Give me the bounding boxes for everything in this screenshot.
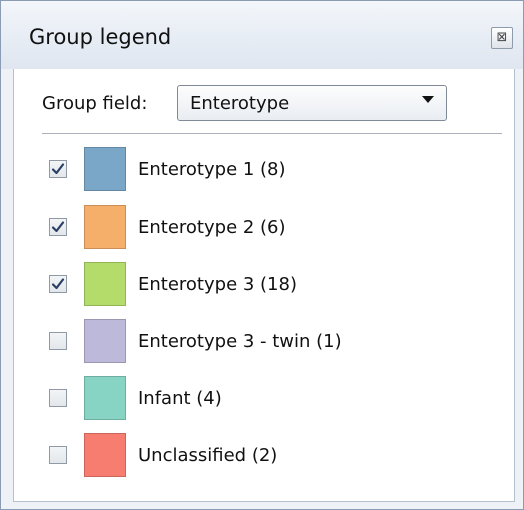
legend-label: Enterotype 1 (8) (138, 159, 286, 180)
legend-row-enterotype-3-twin[interactable]: Enterotype 3 - twin (1) (14, 319, 514, 367)
legend-checkbox[interactable] (49, 218, 67, 236)
legend-checkbox[interactable] (49, 275, 67, 293)
divider (42, 133, 502, 134)
color-swatch[interactable] (84, 147, 126, 191)
legend-label: Enterotype 3 - twin (1) (138, 331, 342, 352)
legend-row-infant[interactable]: Infant (4) (14, 376, 514, 424)
legend-row-unclassified[interactable]: Unclassified (2) (14, 433, 514, 481)
checkmark-icon (51, 163, 65, 175)
color-swatch[interactable] (84, 262, 126, 306)
color-swatch[interactable] (84, 376, 126, 420)
group-field-select[interactable]: Enterotype (177, 85, 447, 121)
color-swatch[interactable] (84, 205, 126, 249)
legend-checkbox[interactable] (49, 332, 67, 350)
legend-row-enterotype-3[interactable]: Enterotype 3 (18) (14, 262, 514, 310)
checkmark-icon (51, 278, 65, 290)
legend-checkbox[interactable] (49, 446, 67, 464)
group-field-value: Enterotype (190, 93, 290, 114)
legend-row-enterotype-2[interactable]: Enterotype 2 (6) (14, 205, 514, 253)
close-button[interactable]: ⊠ (491, 27, 513, 49)
chevron-down-icon (422, 96, 434, 103)
title-bar: Group legend ⊠ (1, 1, 523, 69)
legend-row-enterotype-1[interactable]: Enterotype 1 (8) (14, 147, 514, 195)
legend-label: Enterotype 2 (6) (138, 217, 286, 238)
legend-checkbox[interactable] (49, 160, 67, 178)
legend-label: Enterotype 3 (18) (138, 274, 297, 295)
checkmark-icon (51, 221, 65, 233)
color-swatch[interactable] (84, 319, 126, 363)
legend-label: Infant (4) (138, 388, 222, 409)
legend-label: Unclassified (2) (138, 445, 278, 466)
group-field-label: Group field: (42, 93, 148, 114)
legend-content: Group field: Enterotype Enterotype 1 (8)… (13, 69, 515, 502)
group-legend-panel: Group legend ⊠ Group field: Enterotype E… (0, 0, 524, 510)
legend-checkbox[interactable] (49, 389, 67, 407)
panel-title: Group legend (29, 25, 172, 49)
color-swatch[interactable] (84, 433, 126, 477)
